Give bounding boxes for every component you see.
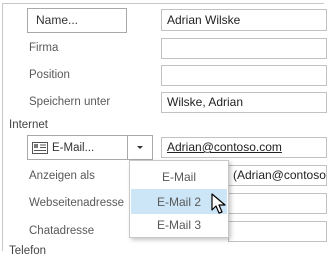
- anzeigen-als-field[interactable]: (Adrian@contoso.: [228, 165, 327, 186]
- name-button[interactable]: Name...: [27, 8, 127, 33]
- menu-item-email[interactable]: E-Mail: [131, 165, 227, 189]
- email-button-main[interactable]: E-Mail...: [28, 136, 127, 159]
- email-split-button[interactable]: E-Mail...: [27, 135, 153, 160]
- chatadresse-field[interactable]: [228, 221, 327, 242]
- name-field[interactable]: Adrian Wilske: [161, 9, 327, 31]
- firma-field[interactable]: [161, 38, 327, 59]
- speichern-unter-label: Speichern unter: [29, 96, 111, 108]
- webseitenadresse-label: Webseitenadresse: [29, 197, 125, 209]
- telefon-section-label: Telefon: [9, 245, 47, 257]
- firma-label: Firma: [29, 42, 59, 54]
- position-label: Position: [29, 69, 70, 81]
- position-field[interactable]: [161, 65, 327, 86]
- address-card-icon: [32, 141, 48, 155]
- anzeigen-als-label: Anzeigen als: [29, 170, 95, 182]
- chatadresse-label: Chatadresse: [29, 225, 95, 237]
- email-button-label: E-Mail...: [52, 141, 95, 154]
- chevron-down-icon[interactable]: [127, 136, 152, 159]
- internet-section-label: Internet: [9, 119, 48, 131]
- webseitenadresse-field[interactable]: [228, 193, 327, 214]
- mouse-pointer-icon: [211, 193, 227, 218]
- speichern-unter-field[interactable]: Wilske, Adrian: [161, 92, 327, 113]
- email-field[interactable]: Adrian@contoso.com: [161, 137, 327, 158]
